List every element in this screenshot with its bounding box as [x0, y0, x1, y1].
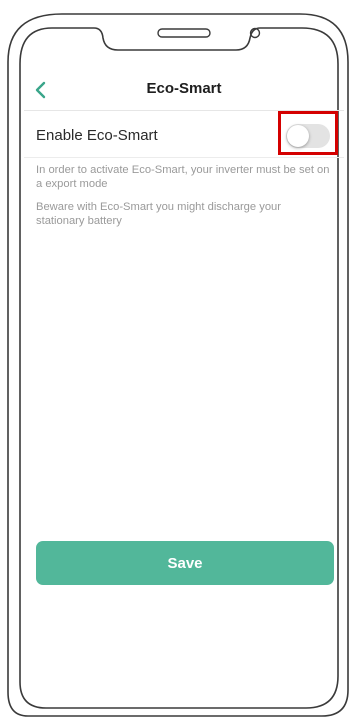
save-button[interactable]: Save	[36, 541, 334, 585]
nav-header: Eco-Smart	[24, 70, 344, 111]
battery-warning-note: Beware with Eco-Smart you might discharg…	[36, 201, 281, 227]
toggle-knob	[287, 125, 309, 147]
export-mode-note: In order to activate Eco-Smart, your inv…	[36, 164, 330, 190]
enable-eco-smart-row: Enable Eco-Smart	[24, 111, 344, 158]
app-screen: Eco-Smart Enable Eco-Smart In order to a…	[24, 70, 344, 690]
eco-smart-toggle[interactable]	[286, 124, 330, 148]
page-title: Eco-Smart	[146, 80, 222, 97]
enable-eco-smart-label: Enable Eco-Smart	[36, 127, 158, 144]
phone-mockup: Eco-Smart Enable Eco-Smart In order to a…	[0, 0, 350, 718]
